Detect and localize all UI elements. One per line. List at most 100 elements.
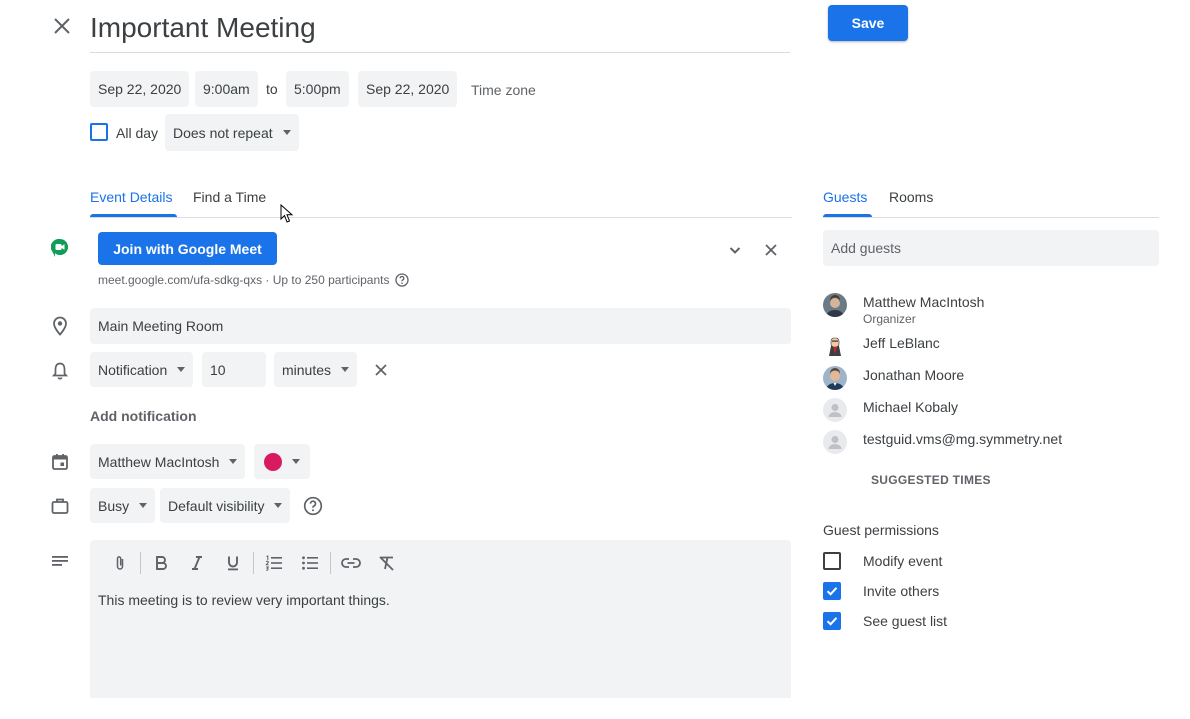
guest-row[interactable]: Jeff LeBlanc bbox=[823, 334, 940, 358]
description-text[interactable]: This meeting is to review very important… bbox=[98, 592, 390, 608]
suggested-times-button[interactable]: SUGGESTED TIMES bbox=[871, 473, 991, 487]
permission-see-guest-list[interactable]: See guest list bbox=[823, 612, 947, 630]
toolbar-separator bbox=[330, 552, 331, 574]
repeat-value: Does not repeat bbox=[173, 124, 273, 141]
all-day-checkbox[interactable] bbox=[90, 123, 108, 141]
guest-name: Jeff LeBlanc bbox=[863, 335, 940, 351]
bulleted-list-icon[interactable] bbox=[292, 550, 328, 576]
attachment-icon[interactable] bbox=[102, 550, 138, 576]
tab-guests[interactable]: Guests bbox=[823, 189, 867, 205]
avatar bbox=[823, 366, 847, 390]
tabs-divider bbox=[823, 217, 1159, 218]
caret-down-icon bbox=[139, 503, 148, 508]
notification-unit-dropdown[interactable]: minutes bbox=[274, 352, 358, 387]
underline-icon[interactable] bbox=[215, 550, 251, 576]
save-button[interactable]: Save bbox=[828, 5, 908, 41]
calendar-icon bbox=[51, 453, 69, 471]
visibility-value: Default visibility bbox=[168, 497, 265, 514]
join-google-meet-button[interactable]: Join with Google Meet bbox=[98, 232, 277, 265]
repeat-dropdown[interactable]: Does not repeat bbox=[165, 114, 299, 151]
avatar bbox=[823, 334, 847, 358]
color-dot-icon bbox=[264, 452, 282, 471]
italic-icon[interactable] bbox=[179, 550, 215, 576]
meet-info: meet.google.com/ufa-sdkg-qxs · Up to 250… bbox=[98, 273, 410, 287]
clear-formatting-icon[interactable] bbox=[369, 550, 405, 576]
description-icon bbox=[51, 555, 69, 569]
tab-find-a-time[interactable]: Find a Time bbox=[193, 189, 266, 205]
caret-down-icon bbox=[341, 367, 350, 372]
tabs-divider bbox=[90, 217, 792, 218]
default-avatar-icon bbox=[823, 430, 847, 454]
permission-invite-others[interactable]: Invite others bbox=[823, 582, 939, 600]
calendar-owner-dropdown[interactable]: Matthew MacIntosh bbox=[90, 444, 246, 479]
help-icon[interactable] bbox=[395, 273, 410, 287]
guest-row[interactable]: Jonathan Moore bbox=[823, 366, 964, 390]
end-time-picker[interactable]: 5:00pm bbox=[286, 71, 349, 107]
link-icon[interactable] bbox=[333, 550, 369, 576]
guest-name: testguid.vms@mg.symmetry.net bbox=[863, 431, 1063, 447]
see-guest-list-checkbox[interactable] bbox=[823, 612, 841, 630]
permission-modify-event[interactable]: Modify event bbox=[823, 552, 942, 570]
meet-link-text: meet.google.com/ufa-sdkg-qxs · Up to 250… bbox=[98, 273, 390, 287]
modify-event-checkbox[interactable] bbox=[823, 552, 841, 570]
calendar-owner-value: Matthew MacIntosh bbox=[98, 453, 220, 470]
guest-name: Michael Kobaly bbox=[863, 399, 958, 415]
invite-others-checkbox[interactable] bbox=[823, 582, 841, 600]
location-pin-icon bbox=[51, 316, 69, 336]
caret-down-icon bbox=[229, 459, 238, 464]
checkmark-icon bbox=[826, 587, 838, 596]
google-meet-icon bbox=[51, 238, 69, 258]
add-guests-input[interactable]: Add guests bbox=[823, 230, 1159, 266]
default-avatar-icon bbox=[823, 398, 847, 422]
notification-type-dropdown[interactable]: Notification bbox=[90, 352, 194, 387]
add-notification-button[interactable]: Add notification bbox=[90, 408, 197, 424]
caret-down-icon bbox=[177, 367, 186, 372]
to-label: to bbox=[266, 81, 278, 97]
formatting-toolbar bbox=[102, 550, 405, 576]
remove-meet-icon[interactable] bbox=[763, 242, 779, 258]
availability-dropdown[interactable]: Busy bbox=[90, 488, 156, 523]
tab-event-details[interactable]: Event Details bbox=[90, 189, 172, 205]
guest-row[interactable]: Matthew MacIntosh Organizer bbox=[823, 293, 984, 327]
event-color-dropdown[interactable] bbox=[254, 444, 310, 479]
notification-amount-input[interactable]: 10 bbox=[202, 352, 266, 387]
description-editor[interactable]: This meeting is to review very important… bbox=[90, 540, 791, 698]
time-zone-button[interactable]: Time zone bbox=[471, 82, 536, 98]
location-input[interactable]: Main Meeting Room bbox=[90, 308, 791, 344]
toolbar-separator bbox=[140, 552, 141, 574]
checkmark-icon bbox=[826, 617, 838, 626]
start-time-picker[interactable]: 9:00am bbox=[195, 71, 258, 107]
notification-unit-value: minutes bbox=[282, 361, 332, 378]
start-date-picker[interactable]: Sep 22, 2020 bbox=[90, 71, 190, 107]
permission-label: Invite others bbox=[863, 583, 940, 599]
close-icon[interactable] bbox=[50, 14, 74, 38]
chevron-down-icon[interactable] bbox=[727, 242, 743, 258]
mouse-cursor-icon bbox=[280, 204, 294, 224]
bold-icon[interactable] bbox=[143, 550, 179, 576]
caret-down-icon bbox=[292, 459, 300, 464]
event-title[interactable]: Important Meeting bbox=[90, 8, 790, 48]
guest-role: Organizer bbox=[863, 312, 916, 326]
notification-type-value: Notification bbox=[98, 361, 168, 378]
avatar bbox=[823, 293, 847, 317]
briefcase-icon bbox=[51, 497, 69, 515]
visibility-help-icon[interactable] bbox=[303, 496, 323, 516]
guest-name: Matthew MacIntosh bbox=[863, 294, 985, 310]
visibility-dropdown[interactable]: Default visibility bbox=[160, 488, 291, 523]
bell-icon bbox=[51, 361, 69, 381]
toolbar-separator bbox=[253, 552, 254, 574]
remove-notification-icon[interactable] bbox=[373, 362, 389, 378]
availability-value: Busy bbox=[98, 497, 130, 514]
permission-label: See guest list bbox=[863, 613, 948, 629]
permission-label: Modify event bbox=[863, 553, 943, 569]
caret-down-icon bbox=[282, 130, 291, 135]
title-field[interactable]: Important Meeting bbox=[90, 8, 790, 53]
numbered-list-icon[interactable] bbox=[256, 550, 292, 576]
tab-rooms[interactable]: Rooms bbox=[889, 189, 933, 205]
guest-name: Jonathan Moore bbox=[863, 367, 965, 383]
guest-row[interactable]: testguid.vms@mg.symmetry.net bbox=[823, 430, 1062, 454]
guest-row[interactable]: Michael Kobaly bbox=[823, 398, 958, 422]
guest-permissions-title: Guest permissions bbox=[823, 522, 939, 538]
all-day-label: All day bbox=[116, 125, 159, 141]
end-date-picker[interactable]: Sep 22, 2020 bbox=[358, 71, 458, 107]
